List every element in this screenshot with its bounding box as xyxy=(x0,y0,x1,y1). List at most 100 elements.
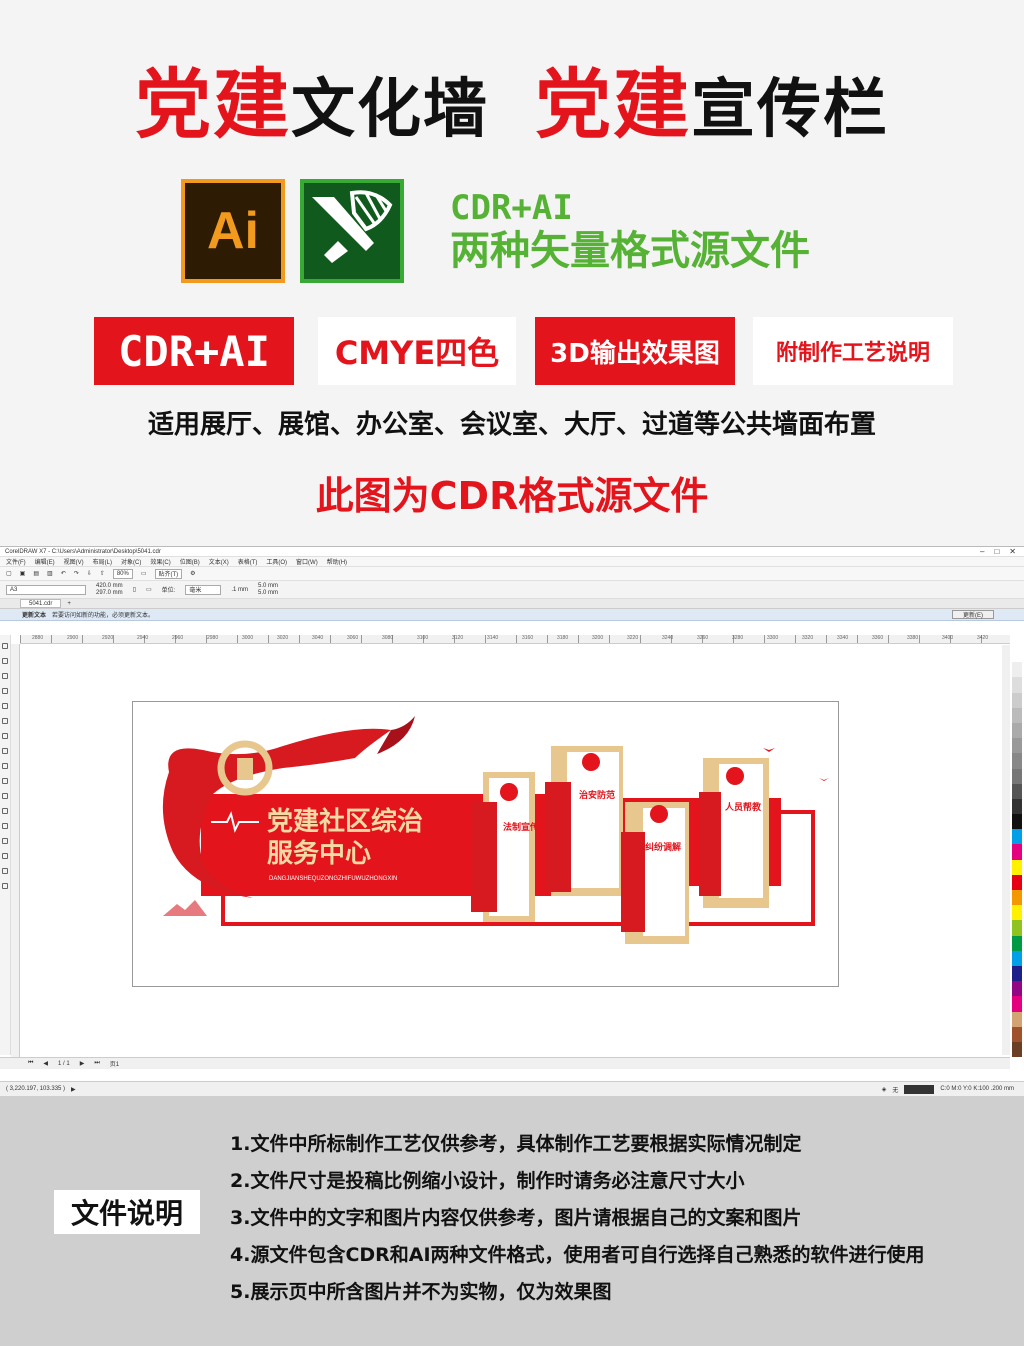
fill-icon[interactable]: ◈ xyxy=(882,1086,887,1093)
vertical-scrollbar[interactable] xyxy=(1002,645,1010,1055)
options-icon[interactable]: ⚙ xyxy=(190,570,195,577)
menu-table[interactable]: 表格(T) xyxy=(238,557,258,566)
format-line1: CDR+AI xyxy=(450,188,573,228)
rectangle-tool-icon[interactable] xyxy=(2,733,8,739)
document-tabs: 5041.cdr + xyxy=(0,599,1024,609)
snap-select[interactable]: 贴齐(T) xyxy=(154,568,183,579)
smart-fill-icon[interactable] xyxy=(2,883,8,889)
color-palette[interactable] xyxy=(1012,647,1022,1058)
import-icon[interactable]: ⇩ xyxy=(87,570,92,577)
shape-tool-icon[interactable] xyxy=(2,658,8,664)
crop-tool-icon[interactable] xyxy=(2,673,8,679)
connector-tool-icon[interactable] xyxy=(2,808,8,814)
ellipse-tool-icon[interactable] xyxy=(2,748,8,754)
usage-text: 适用展厅、展馆、办公室、会议室、大厅、过道等公共墙面布置 xyxy=(147,410,876,440)
zoom-select[interactable]: 80% xyxy=(112,568,133,579)
promo-header: 党建文化墙 党建宣传栏 Ai CDR+AI 两种矢量格式源文件 CDR+AI CM… xyxy=(0,0,1024,546)
ruler-tick-label: 3120 xyxy=(452,635,464,641)
new-icon[interactable]: ▢ xyxy=(6,570,12,577)
landscape-icon[interactable]: ▭ xyxy=(146,586,152,593)
menu-effects[interactable]: 效果(C) xyxy=(150,557,170,566)
first-page-icon[interactable]: ⏮ xyxy=(28,1060,33,1067)
maximize-icon[interactable]: □ xyxy=(994,547,999,556)
close-icon[interactable]: ✕ xyxy=(1009,547,1016,556)
full-screen-icon[interactable]: ▭ xyxy=(141,570,147,577)
freehand-tool-icon[interactable] xyxy=(2,703,8,709)
menu-help[interactable]: 帮助(H) xyxy=(327,557,347,566)
menu-edit[interactable]: 编辑(E) xyxy=(35,557,55,566)
ruler-tick-label: 3300 xyxy=(767,635,779,641)
menu-file[interactable]: 文件(F) xyxy=(6,557,26,566)
panel-personnel-assistance: 人员帮教 xyxy=(699,758,769,908)
undo-icon[interactable]: ↶ xyxy=(61,570,66,577)
pick-tool-icon[interactable] xyxy=(2,643,8,649)
page-border: 党建社区综治 服务中心 DANGJIANSHEQUZONGZHIFUWUZHON… xyxy=(132,701,839,987)
note-item: 4.源文件包含CDR和AI两种文件格式，使用者可自行选择自己熟悉的软件进行使用 xyxy=(230,1244,925,1266)
ruler-tick-label: 3240 xyxy=(662,635,674,641)
coreldraw-window: CorelDRAW X7 - C:\Users\Administrator\De… xyxy=(0,546,1024,1096)
page-size-select[interactable]: A3 xyxy=(6,584,86,595)
drawing-canvas[interactable]: 党建社区综治 服务中心 DANGJIANSHEQUZONGZHIFUWUZHON… xyxy=(21,645,1009,1055)
ai-icon-label: Ai xyxy=(207,202,259,260)
parallel-dimension-icon[interactable] xyxy=(2,793,8,799)
portrait-icon[interactable]: ▯ xyxy=(133,586,136,593)
prev-page-icon[interactable]: ◀ xyxy=(43,1060,48,1067)
artistic-media-icon[interactable] xyxy=(2,718,8,724)
ruler-tick-label: 3360 xyxy=(872,635,884,641)
text-tool-icon[interactable] xyxy=(2,778,8,784)
status-bar: ( 3,220.197, 103.335 ) ▶ ◈ 无 C:0 M:0 Y:0… xyxy=(0,1081,1024,1096)
nudge-field[interactable]: .1 mm xyxy=(231,587,248,593)
ruler-tick-label: 2980 xyxy=(207,635,219,641)
next-page-icon[interactable]: ▶ xyxy=(80,1060,85,1067)
minimize-icon[interactable]: – xyxy=(980,547,984,556)
notes-list: 1.文件中所标制作工艺仅供参考，具体制作工艺要根据实际情况制定 2.文件尺寸是投… xyxy=(230,1126,925,1311)
title-part1-black: 文化墙 xyxy=(291,73,489,147)
window-titlebar: CorelDRAW X7 - C:\Users\Administrator\De… xyxy=(0,547,1024,557)
dup-x-field[interactable]: 5.0 mm xyxy=(258,583,278,590)
ruler-tick-label: 3040 xyxy=(312,635,324,641)
page-tab[interactable]: 页1 xyxy=(110,1059,119,1068)
panel3-label: 纠纷调解 xyxy=(645,841,681,852)
redo-icon[interactable]: ↷ xyxy=(74,570,79,577)
print-icon[interactable]: ▥ xyxy=(47,570,53,577)
polygon-tool-icon[interactable] xyxy=(2,763,8,769)
eyedropper-tool-icon[interactable] xyxy=(2,853,8,859)
file-notes: 文件说明 1.文件中所标制作工艺仅供参考，具体制作工艺要根据实际情况制定 2.文… xyxy=(0,1096,1024,1346)
transparency-tool-icon[interactable] xyxy=(2,838,8,844)
menu-object[interactable]: 对象(C) xyxy=(121,557,141,566)
doc-tab[interactable]: 5041.cdr xyxy=(20,599,62,608)
ruler-tick-label: 3200 xyxy=(592,635,604,641)
menu-view[interactable]: 视图(V) xyxy=(64,557,84,566)
menu-tools[interactable]: 工具(O) xyxy=(266,557,287,566)
design-artwork: 党建社区综治 服务中心 DANGJIANSHEQUZONGZHIFUWUZHON… xyxy=(162,716,829,944)
menu-layout[interactable]: 布局(L) xyxy=(93,557,112,566)
outline-swatch[interactable] xyxy=(904,1084,935,1094)
illustrator-icon: Ai xyxy=(181,179,285,283)
coreldraw-icon xyxy=(300,179,404,283)
last-page-icon[interactable]: ⏭ xyxy=(94,1060,99,1067)
vertical-ruler[interactable] xyxy=(11,644,20,1059)
ruler-tick-label: 3180 xyxy=(557,635,569,641)
menu-text[interactable]: 文本(X) xyxy=(209,557,229,566)
outline-color-info: C:0 M:0 Y:0 K:100 .200 mm xyxy=(940,1086,1014,1092)
menu-bitmaps[interactable]: 位图(B) xyxy=(180,557,200,566)
export-icon[interactable]: ⇧ xyxy=(100,570,105,577)
dup-y-field[interactable]: 5.0 mm xyxy=(258,590,278,597)
note-item: 5.展示页中所含图片并不为实物，仅为效果图 xyxy=(230,1281,612,1303)
menu-window[interactable]: 窗口(W) xyxy=(296,557,318,566)
page-height-field[interactable]: 297.0 mm xyxy=(96,590,123,597)
save-icon[interactable]: ▤ xyxy=(33,570,39,577)
blend-tool-icon[interactable] xyxy=(2,823,8,829)
zoom-tool-icon[interactable] xyxy=(2,688,8,694)
page-width-field[interactable]: 420.0 mm xyxy=(96,583,123,590)
ruler-tick-label: 3020 xyxy=(277,635,289,641)
update-button[interactable]: 更新(E) xyxy=(952,610,994,619)
add-tab-icon[interactable]: + xyxy=(67,601,71,607)
play-icon[interactable]: ▶ xyxy=(71,1086,76,1093)
horizontal-ruler[interactable]: 2880 2900 2920 2940 2960 2980 3000 3020 3040 3060… xyxy=(20,635,1010,644)
interactive-fill-icon[interactable] xyxy=(2,868,8,874)
tag-3d-render: 3D输出效果图 xyxy=(535,317,735,385)
units-select[interactable]: 毫米 xyxy=(185,584,222,595)
open-icon[interactable]: ▣ xyxy=(20,570,26,577)
title-part2-black: 宣传栏 xyxy=(691,73,889,147)
